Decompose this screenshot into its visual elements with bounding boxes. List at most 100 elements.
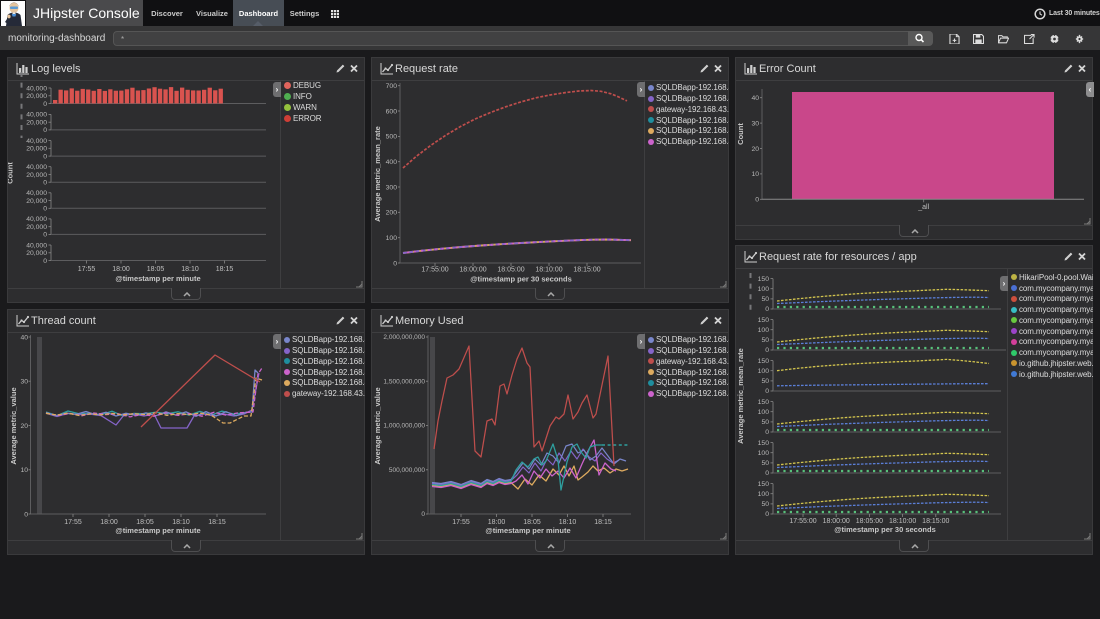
svg-text:50: 50 [761, 337, 769, 344]
svg-text:40: 40 [20, 334, 28, 341]
svg-text:18:15: 18:15 [216, 266, 234, 273]
svg-text:1,500,000,000: 1,500,000,000 [383, 379, 425, 386]
svg-text:20,000: 20,000 [26, 146, 47, 153]
svg-text:Average metric_mean_rate: Average metric_mean_rate [373, 126, 382, 222]
svg-text:20,000: 20,000 [26, 93, 47, 100]
svg-text:Average metric_mean_rate: Average metric_mean_rate [736, 348, 745, 444]
svg-text:150: 150 [758, 276, 770, 283]
svg-text:20,000: 20,000 [26, 198, 47, 205]
svg-text:18:10:00: 18:10:00 [535, 267, 562, 274]
svg-text:18:15: 18:15 [208, 519, 226, 526]
svg-text:100: 100 [758, 409, 770, 416]
svg-text:0: 0 [755, 197, 759, 204]
svg-text:0: 0 [765, 511, 769, 518]
svg-text:_all: _all [917, 204, 929, 211]
svg-text:100: 100 [758, 368, 770, 375]
svg-text:18:00: 18:00 [100, 519, 118, 526]
svg-text:400: 400 [386, 159, 398, 166]
svg-text:100: 100 [758, 327, 770, 334]
svg-text:40,000: 40,000 [26, 164, 47, 171]
svg-text:0: 0 [24, 511, 28, 518]
svg-text:18:00: 18:00 [488, 519, 506, 526]
svg-text:0: 0 [43, 206, 47, 213]
svg-text:@timestamp per minute: @timestamp per minute [115, 274, 200, 283]
svg-text:18:00:00: 18:00:00 [459, 267, 486, 274]
svg-text:Average metric_value: Average metric_value [373, 387, 382, 464]
svg-text:40: 40 [751, 95, 759, 102]
svg-text:Average metric_value: Average metric_value [9, 387, 18, 464]
svg-text:200: 200 [386, 210, 398, 217]
svg-text:50: 50 [761, 296, 769, 303]
svg-text:0: 0 [393, 260, 397, 267]
svg-text:50: 50 [761, 501, 769, 508]
svg-text:18:15:00: 18:15:00 [573, 267, 600, 274]
svg-text:40,000: 40,000 [26, 216, 47, 223]
svg-text:18:05: 18:05 [136, 519, 154, 526]
svg-text:0: 0 [43, 258, 47, 265]
svg-text:0: 0 [43, 101, 47, 108]
svg-text:100: 100 [386, 235, 398, 242]
svg-text:Count: Count [736, 123, 745, 145]
svg-text:40,000: 40,000 [26, 138, 47, 145]
svg-text:17:55: 17:55 [452, 519, 470, 526]
svg-text:17:55:00: 17:55:00 [789, 518, 816, 525]
svg-text:18:00:00: 18:00:00 [823, 518, 850, 525]
svg-text:0: 0 [421, 511, 425, 518]
svg-text:0: 0 [765, 429, 769, 436]
svg-text:20: 20 [751, 146, 759, 153]
svg-text:17:55:00: 17:55:00 [421, 267, 448, 274]
svg-text:500: 500 [386, 134, 398, 141]
svg-text:18:10:00: 18:10:00 [889, 518, 916, 525]
svg-text:18:10: 18:10 [181, 266, 199, 273]
svg-text:20,000: 20,000 [26, 224, 47, 231]
svg-text:0: 0 [765, 347, 769, 354]
svg-text:0: 0 [43, 180, 47, 187]
svg-text:18:00: 18:00 [112, 266, 130, 273]
svg-text:0: 0 [765, 470, 769, 477]
svg-text:40,000: 40,000 [26, 85, 47, 92]
svg-text:10: 10 [20, 467, 28, 474]
svg-text:50: 50 [761, 460, 769, 467]
svg-text:150: 150 [758, 399, 770, 406]
svg-text:100: 100 [758, 491, 770, 498]
svg-text:0: 0 [765, 388, 769, 395]
svg-text:150: 150 [758, 317, 770, 324]
svg-text:0: 0 [43, 153, 47, 160]
svg-text:150: 150 [758, 481, 770, 488]
svg-text:@timestamp per minute: @timestamp per minute [485, 526, 570, 535]
svg-text:40,000: 40,000 [26, 242, 47, 249]
svg-text:100: 100 [758, 450, 770, 457]
svg-text:300: 300 [386, 184, 398, 191]
svg-text:@timestamp per 30 seconds: @timestamp per 30 seconds [834, 525, 936, 534]
svg-text:500,000,000: 500,000,000 [389, 467, 426, 474]
svg-text:700: 700 [386, 83, 398, 90]
svg-text:0: 0 [765, 306, 769, 313]
svg-text:17:55: 17:55 [64, 519, 82, 526]
svg-text:600: 600 [386, 108, 398, 115]
svg-text:0: 0 [43, 232, 47, 239]
svg-text:20: 20 [20, 423, 28, 430]
svg-text:10: 10 [751, 171, 759, 178]
svg-text:150: 150 [758, 440, 770, 447]
svg-text:17:55: 17:55 [78, 266, 96, 273]
svg-text:@timestamp per minute: @timestamp per minute [115, 526, 200, 535]
svg-text:18:15: 18:15 [594, 519, 612, 526]
svg-text:40,000: 40,000 [26, 190, 47, 197]
svg-text:18:15:00: 18:15:00 [922, 518, 949, 525]
svg-text:30: 30 [751, 120, 759, 127]
svg-text:20,000: 20,000 [26, 250, 47, 257]
svg-text:18:05: 18:05 [523, 519, 541, 526]
svg-text:18:10: 18:10 [559, 519, 577, 526]
svg-text:1,000,000,000: 1,000,000,000 [383, 423, 425, 430]
svg-text:@timestamp per 30 seconds: @timestamp per 30 seconds [470, 275, 572, 284]
svg-text:20,000: 20,000 [26, 172, 47, 179]
svg-text:Count: Count [8, 162, 15, 184]
svg-text:18:05:00: 18:05:00 [856, 518, 883, 525]
svg-text:30: 30 [20, 379, 28, 386]
svg-text:20,000: 20,000 [26, 120, 47, 127]
svg-text:18:10: 18:10 [172, 519, 190, 526]
svg-text:150: 150 [758, 358, 770, 365]
svg-text:100: 100 [758, 286, 770, 293]
svg-text:18:05: 18:05 [147, 266, 165, 273]
svg-text:0: 0 [43, 127, 47, 134]
